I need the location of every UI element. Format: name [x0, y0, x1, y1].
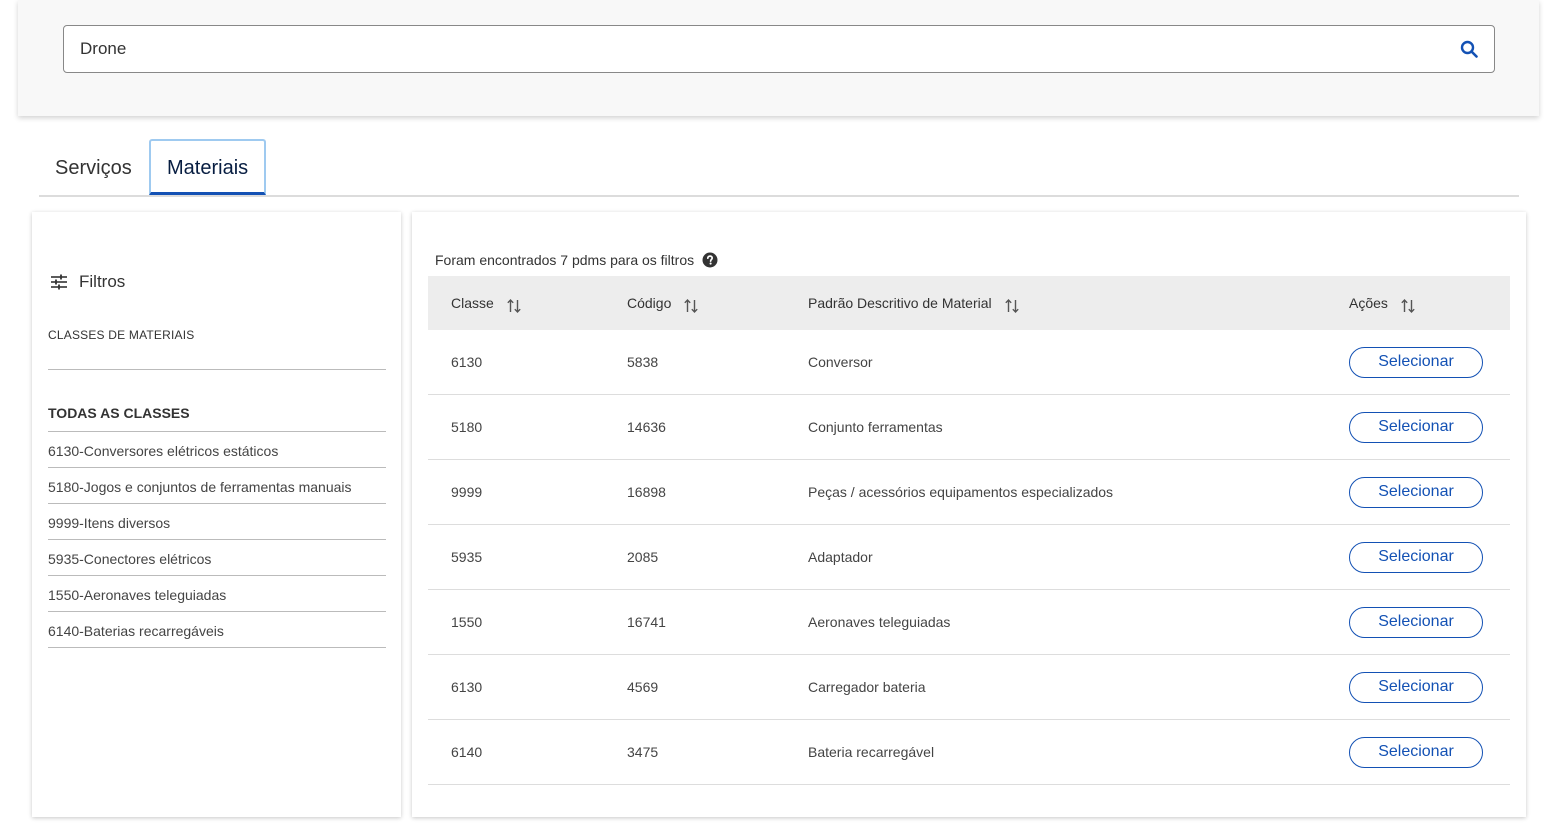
table-row: 6140 3475 Bateria recarregável Seleciona…: [428, 719, 1510, 785]
results-count-text: Foram encontrados 7 pdms para os filtros: [435, 252, 695, 268]
results-panel: Foram encontrados 7 pdms para os filtros…: [412, 212, 1526, 817]
cell-acoes: Selecionar: [1349, 394, 1510, 460]
class-filter-item[interactable]: 5180-Jogos e conjuntos de ferramentas ma…: [48, 467, 386, 503]
filters-panel: Filtros CLASSES DE MATERIAIS TODAS AS CL…: [32, 212, 401, 817]
column-label: Ações: [1349, 295, 1388, 311]
cell-padrao: Conjunto ferramentas: [808, 394, 1349, 460]
tab-materiais[interactable]: Materiais: [149, 139, 267, 195]
select-button[interactable]: Selecionar: [1349, 476, 1483, 508]
select-button[interactable]: Selecionar: [1349, 411, 1483, 443]
column-label: Código: [627, 295, 672, 311]
search-box[interactable]: [63, 25, 1495, 73]
cell-padrao: Carregador bateria: [808, 654, 1349, 720]
cell-codigo: 2085: [627, 524, 808, 590]
cell-classe: 6130: [428, 330, 627, 395]
cell-codigo: 4569: [627, 654, 808, 720]
cell-classe: 6130: [428, 654, 627, 720]
select-button[interactable]: Selecionar: [1349, 671, 1483, 703]
question-circle-icon[interactable]: [702, 252, 718, 268]
all-classes-option[interactable]: TODAS AS CLASSES: [48, 405, 190, 421]
filters-title: Filtros: [79, 272, 126, 291]
class-filter-item[interactable]: 5935-Conectores elétricos: [48, 539, 386, 575]
class-section-label: CLASSES DE MATERIAIS: [48, 328, 195, 342]
filters-header: Filtros: [50, 272, 125, 292]
cell-classe: 9999: [428, 459, 627, 525]
cell-padrao: Peças / acessórios equipamentos especial…: [808, 459, 1349, 525]
select-button[interactable]: Selecionar: [1349, 606, 1483, 638]
cell-padrao: Aeronaves teleguiadas: [808, 589, 1349, 655]
cell-classe: 5935: [428, 524, 627, 590]
cell-codigo: 16741: [627, 589, 808, 655]
results-table: Classe Código Padrão Descritivo de Mater…: [428, 276, 1510, 785]
class-filter-item[interactable]: 9999-Itens diversos: [48, 503, 386, 539]
column-label: Padrão Descritivo de Material: [808, 295, 992, 311]
select-button[interactable]: Selecionar: [1349, 736, 1483, 768]
column-header-codigo[interactable]: Código: [627, 276, 808, 330]
tab-bar: Serviços Materiais: [39, 139, 1519, 197]
search-input[interactable]: [80, 26, 1440, 72]
search-panel: [18, 0, 1539, 116]
cell-padrao: Bateria recarregável: [808, 719, 1349, 785]
class-filter-item[interactable]: 6130-Conversores elétricos estáticos: [48, 431, 386, 467]
cell-codigo: 3475: [627, 719, 808, 785]
cell-classe: 6140: [428, 719, 627, 785]
sort-arrows-icon[interactable]: [506, 298, 522, 314]
cell-classe: 5180: [428, 394, 627, 460]
cell-codigo: 16898: [627, 459, 808, 525]
sort-arrows-icon[interactable]: [1004, 298, 1020, 314]
class-list: 6130-Conversores elétricos estáticos 518…: [48, 431, 386, 648]
table-row: 5180 14636 Conjunto ferramentas Selecion…: [428, 394, 1510, 460]
table-row: 6130 4569 Carregador bateria Selecionar: [428, 654, 1510, 720]
tab-servicos[interactable]: Serviços: [39, 139, 148, 195]
cell-acoes: Selecionar: [1349, 459, 1510, 525]
cell-acoes: Selecionar: [1349, 524, 1510, 590]
sort-arrows-icon[interactable]: [1400, 298, 1416, 314]
divider: [48, 369, 386, 370]
results-summary: Foram encontrados 7 pdms para os filtros: [435, 252, 718, 268]
cell-acoes: Selecionar: [1349, 654, 1510, 720]
column-header-padrao[interactable]: Padrão Descritivo de Material: [808, 276, 1349, 330]
cell-padrao: Adaptador: [808, 524, 1349, 590]
column-header-acoes[interactable]: Ações: [1349, 276, 1510, 330]
column-header-classe[interactable]: Classe: [428, 276, 627, 330]
cell-acoes: Selecionar: [1349, 719, 1510, 785]
select-button[interactable]: Selecionar: [1349, 346, 1483, 378]
sort-arrows-icon[interactable]: [683, 298, 699, 314]
table-row: 6130 5838 Conversor Selecionar: [428, 330, 1510, 395]
cell-codigo: 5838: [627, 330, 808, 395]
cell-acoes: Selecionar: [1349, 589, 1510, 655]
table-row: 9999 16898 Peças / acessórios equipament…: [428, 459, 1510, 525]
class-filter-item[interactable]: 6140-Baterias recarregáveis: [48, 611, 386, 648]
cell-padrao: Conversor: [808, 330, 1349, 395]
column-label: Classe: [451, 295, 494, 311]
table-row: 5935 2085 Adaptador Selecionar: [428, 524, 1510, 590]
table-row: 1550 16741 Aeronaves teleguiadas Selecio…: [428, 589, 1510, 655]
cell-classe: 1550: [428, 589, 627, 655]
table-header-row: Classe Código Padrão Descritivo de Mater…: [428, 276, 1510, 330]
class-filter-item[interactable]: 1550-Aeronaves teleguiadas: [48, 575, 386, 611]
sliders-icon: [51, 274, 67, 290]
cell-acoes: Selecionar: [1349, 330, 1510, 395]
cell-codigo: 14636: [627, 394, 808, 460]
select-button[interactable]: Selecionar: [1349, 541, 1483, 573]
search-icon[interactable]: [1458, 38, 1480, 60]
